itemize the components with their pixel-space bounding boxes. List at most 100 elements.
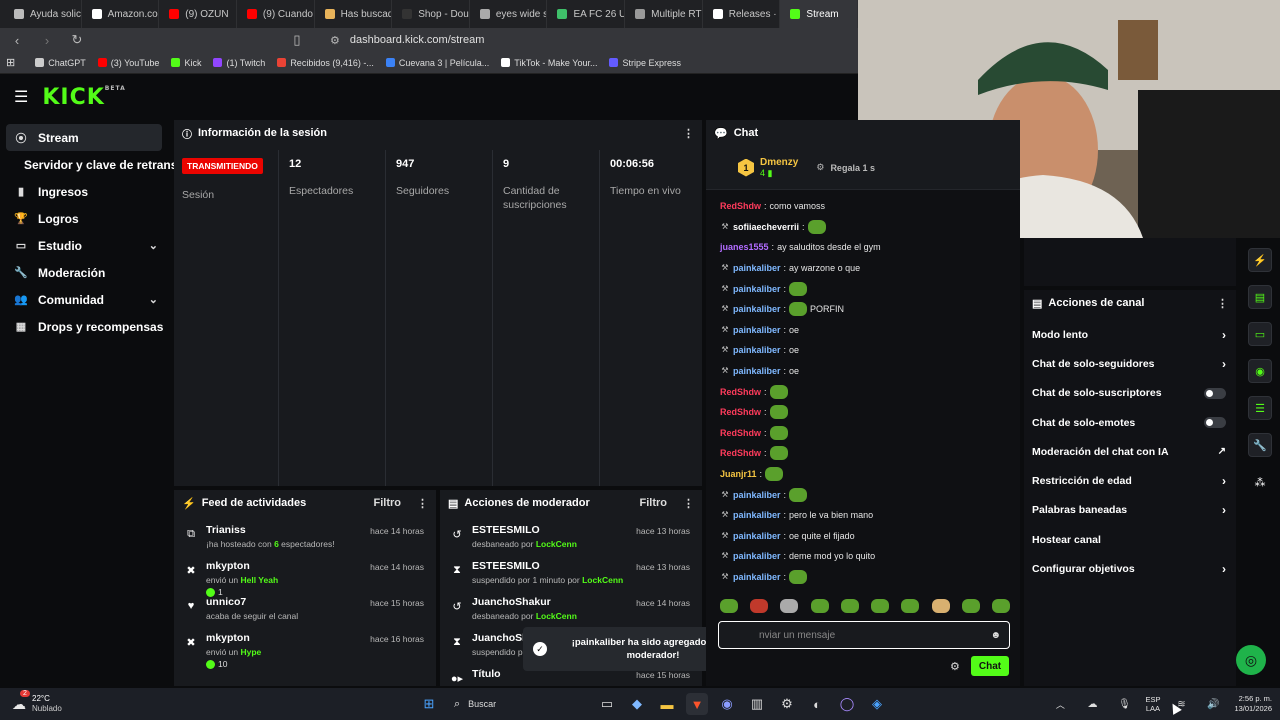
sidebar-item[interactable]: 👥 Comunidad ⌄ bbox=[0, 286, 172, 313]
chat-username[interactable]: painkaliber bbox=[733, 531, 781, 541]
chat-username[interactable]: painkaliber bbox=[733, 304, 781, 314]
more-options-icon[interactable]: ⋮ bbox=[683, 497, 694, 510]
settings-app-icon[interactable]: ⚙ bbox=[776, 693, 798, 715]
channel-action-item[interactable]: Chat de solo-suscriptores bbox=[1024, 379, 1236, 408]
file-explorer-icon[interactable]: ▬ bbox=[656, 693, 678, 715]
browser-tab[interactable]: Releases · sco bbox=[703, 0, 781, 28]
chat-username[interactable]: painkaliber bbox=[733, 325, 781, 335]
bookmark-item[interactable]: Recibidos (9,416) -... bbox=[277, 58, 374, 68]
gift-button[interactable]: Regala 1 s bbox=[830, 163, 875, 173]
more-options-icon[interactable]: ⋮ bbox=[1217, 297, 1228, 310]
sidebar-item[interactable]: 🏆 Logros bbox=[0, 205, 172, 232]
emoji-icon[interactable]: ☻ bbox=[990, 630, 1001, 641]
audio-app-icon[interactable]: ▥ bbox=[746, 693, 768, 715]
emote-icon[interactable] bbox=[810, 599, 829, 613]
site-info-icon[interactable]: ⚙ bbox=[330, 34, 340, 47]
emote-icon[interactable] bbox=[961, 599, 980, 613]
channel-action-item[interactable]: Palabras baneadas › bbox=[1024, 496, 1236, 525]
copilot-icon[interactable]: ◆ bbox=[626, 693, 648, 715]
browser-tab[interactable]: EA FC 26 Ulti bbox=[547, 0, 626, 28]
chat-username[interactable]: painkaliber bbox=[733, 263, 781, 273]
chat-bubble-icon[interactable]: ▭ bbox=[1248, 322, 1272, 346]
app-icon[interactable]: ◈ bbox=[866, 693, 888, 715]
microphone-icon[interactable]: 🎙 bbox=[1113, 693, 1135, 715]
layout-icon[interactable]: ☰ bbox=[1248, 396, 1272, 420]
sidebar-item[interactable]: ▦ Drops y recompensas bbox=[0, 313, 172, 340]
emote-icon[interactable] bbox=[931, 599, 950, 613]
chat-username[interactable]: painkaliber bbox=[733, 366, 781, 376]
emote-icon[interactable] bbox=[750, 599, 769, 613]
puzzle-icon[interactable]: ⁂ bbox=[1248, 470, 1272, 494]
emote-icon[interactable] bbox=[871, 599, 890, 613]
browser-tab[interactable]: Has buscado bbox=[315, 0, 393, 28]
chat-username[interactable]: juanes1555 bbox=[720, 242, 769, 252]
channel-action-item[interactable]: Configurar objetivos › bbox=[1024, 554, 1236, 583]
brave-browser-icon[interactable]: ▼ bbox=[686, 693, 708, 715]
chat-username[interactable]: painkaliber bbox=[733, 490, 781, 500]
send-chat-button[interactable]: Chat bbox=[971, 656, 1009, 676]
clipboard-icon[interactable]: ▤ bbox=[1248, 285, 1272, 309]
browser-tab[interactable]: eyes wide she bbox=[470, 0, 548, 28]
channel-action-item[interactable]: Hostear canal bbox=[1024, 525, 1236, 554]
bookmark-item[interactable]: Stripe Express bbox=[609, 58, 681, 68]
back-icon[interactable]: ‹ bbox=[8, 33, 26, 48]
channel-action-item[interactable]: Restricción de edad › bbox=[1024, 466, 1236, 495]
emote-icon[interactable] bbox=[780, 599, 799, 613]
browser-tab[interactable]: Shop - Doubl bbox=[392, 0, 470, 28]
sidebar-item[interactable]: Servidor y clave de retransm bbox=[0, 151, 188, 178]
broadcast-icon[interactable]: ◉ bbox=[1248, 359, 1272, 383]
chat-username[interactable]: Juanjr11 bbox=[720, 469, 757, 479]
toggle-switch[interactable] bbox=[1204, 387, 1226, 399]
bookmark-item[interactable]: TikTok - Make Your... bbox=[501, 58, 597, 68]
emote-icon[interactable] bbox=[720, 599, 738, 613]
browser-tab[interactable]: (9) Cuando A bbox=[237, 0, 315, 28]
forward-icon[interactable]: › bbox=[38, 33, 56, 48]
windows-start-icon[interactable]: ⊞ bbox=[418, 693, 440, 715]
browser-tab[interactable]: Amazon.com bbox=[82, 0, 160, 28]
bookmark-icon[interactable]: ▯ bbox=[288, 32, 306, 48]
chat-username[interactable]: RedShdw bbox=[720, 201, 761, 211]
emote-icon[interactable] bbox=[901, 599, 920, 613]
task-view-icon[interactable]: ▭ bbox=[596, 693, 618, 715]
chat-username[interactable]: RedShdw bbox=[720, 407, 761, 417]
more-options-icon[interactable]: ⋮ bbox=[683, 127, 694, 140]
chat-username[interactable]: RedShdw bbox=[720, 387, 761, 397]
chat-username[interactable]: painkaliber bbox=[733, 572, 781, 582]
steam-icon[interactable]: ◐ bbox=[806, 693, 828, 715]
bookmark-item[interactable]: (3) YouTube bbox=[97, 58, 159, 68]
mod-filter-button[interactable]: Filtro bbox=[640, 497, 668, 510]
chat-username[interactable]: painkaliber bbox=[733, 551, 781, 561]
apps-grid-icon[interactable]: ⊞ bbox=[6, 56, 15, 69]
chat-username[interactable]: painkaliber bbox=[733, 345, 781, 355]
language-indicator[interactable]: ESP LAA bbox=[1145, 695, 1160, 713]
tray-app-icon[interactable]: ☁ bbox=[1081, 693, 1103, 715]
bolt-icon[interactable]: ⚡ bbox=[1248, 248, 1272, 272]
settings-gear-icon[interactable]: ⚙ bbox=[950, 660, 960, 673]
sidebar-item[interactable]: 🔧 Moderación bbox=[0, 259, 172, 286]
floating-support-button[interactable]: ◎ bbox=[1236, 645, 1266, 675]
volume-icon[interactable]: 🔊 bbox=[1202, 693, 1224, 715]
chat-username[interactable]: sofiiaecheverrii bbox=[733, 222, 799, 232]
tray-expand-icon[interactable]: ︿ bbox=[1049, 693, 1071, 715]
emote-icon[interactable] bbox=[840, 599, 859, 613]
browser-tab[interactable]: (9) OZUN bbox=[159, 0, 237, 28]
discord-icon[interactable]: ◉ bbox=[716, 693, 738, 715]
chat-username[interactable]: painkaliber bbox=[733, 284, 781, 294]
sidebar-item[interactable]: ▮ Ingresos bbox=[0, 178, 172, 205]
channel-action-item[interactable]: Moderación del chat con IA ↗ bbox=[1024, 437, 1236, 466]
sidebar-item[interactable]: ▭ Estudio ⌄ bbox=[0, 232, 172, 259]
sidebar-item[interactable]: ⦿ Stream bbox=[6, 124, 162, 151]
browser-tab[interactable]: Stream bbox=[780, 0, 858, 28]
url-field[interactable]: ⚙ dashboard.kick.com/stream bbox=[330, 34, 484, 47]
channel-action-item[interactable]: Chat de solo-seguidores › bbox=[1024, 349, 1236, 378]
channel-action-item[interactable]: Modo lento › bbox=[1024, 320, 1236, 349]
chat-input[interactable]: nviar un mensaje ☻ bbox=[718, 621, 1010, 649]
weather-widget[interactable]: ☁ 2 22°C Nublado bbox=[12, 690, 122, 714]
chat-username[interactable]: painkaliber bbox=[733, 510, 781, 520]
chat-username[interactable]: RedShdw bbox=[720, 448, 761, 458]
taskbar-search[interactable]: ⌕ Buscar bbox=[448, 693, 588, 715]
wrench-icon[interactable]: 🔧 bbox=[1248, 433, 1272, 457]
channel-action-item[interactable]: Chat de solo-emotes bbox=[1024, 408, 1236, 437]
chat-username[interactable]: RedShdw bbox=[720, 428, 761, 438]
hamburger-menu-icon[interactable]: ☰ bbox=[14, 87, 28, 107]
